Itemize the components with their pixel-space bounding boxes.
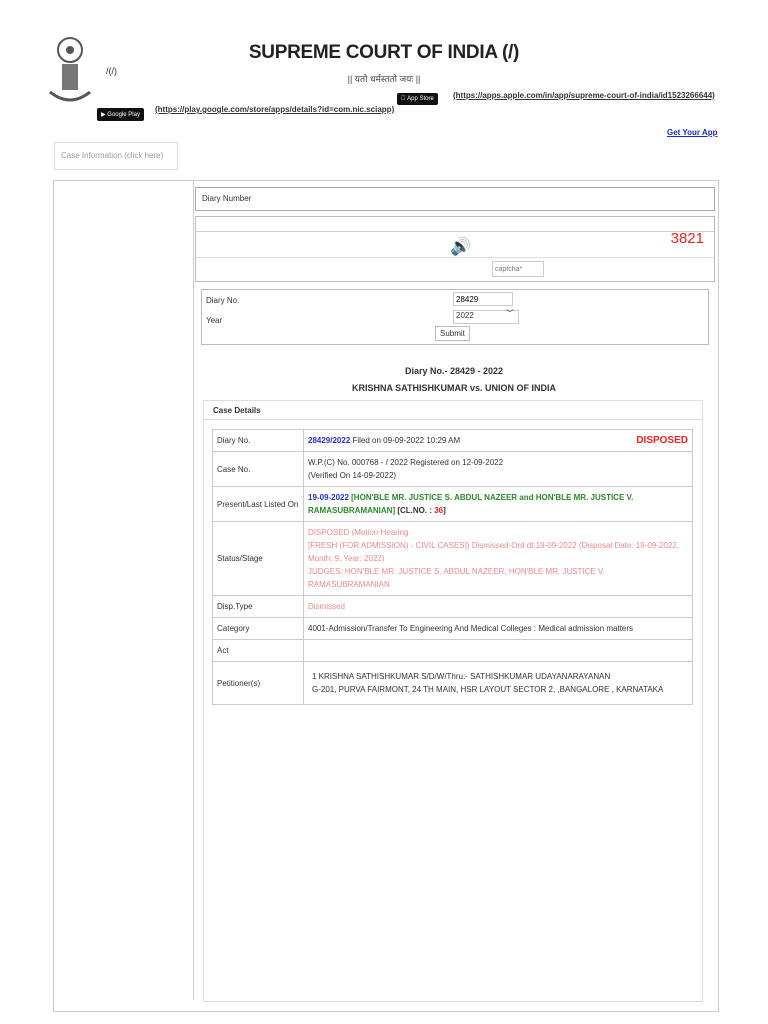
table-cell [303, 639, 693, 662]
page-title: SUPREME COURT OF INDIA (/) [248, 42, 520, 63]
table-row: Status/Stage DISPOSED (Motion Hearing [FRE… [212, 521, 693, 596]
table-row: Petitioner(s) 1 KRISHNA SATHISHKUMAR S/D/… [212, 661, 693, 705]
table-row: Case No. W.P.(C) No. 000768 - / 2022 Regi… [212, 451, 693, 487]
table-cell: Diary No. [212, 429, 304, 452]
diary-heading: Diary No.- 28429 - 2022 [404, 366, 504, 376]
search-form: Diary No. Year 2022﹀ Submit [201, 289, 709, 345]
audio-captcha-icon[interactable]: 🔊 [450, 237, 471, 257]
table-cell: Petitioner(s) [212, 661, 304, 705]
table-cell: Dismissed [303, 595, 693, 618]
google-play-link[interactable]: (https://play.google.com/store/apps/deta… [155, 105, 394, 114]
case-details-title: Case Details [213, 406, 261, 415]
table-row: Diary No. 28429/2022 Filed on 09-09-2022 … [212, 429, 693, 452]
table-cell: Category [212, 617, 304, 640]
table-cell: Case No. [212, 451, 304, 487]
captcha-input[interactable] [492, 261, 544, 277]
captcha-code: 3821 [670, 230, 704, 247]
diary-number-input[interactable] [453, 292, 513, 306]
google-play-badge[interactable]: ▶ Google Play [97, 108, 144, 121]
table-cell: Disp.Type [212, 595, 304, 618]
app-store-badge[interactable]:  App Store [397, 93, 438, 105]
table-row: Disp.Type Dismissed [212, 595, 693, 618]
table-cell: 4001-Admission/Transfer To Engineering A… [303, 617, 693, 640]
case-info-label[interactable]: Case Information (click here) [61, 151, 163, 160]
table-cell: 19-09-2022 [HON'BLE MR. JUSTICE S. ABDUL… [303, 486, 693, 522]
table-cell: 1 KRISHNA SATHISHKUMAR S/D/W/Thru:- SATH… [303, 661, 693, 705]
tab-diary-number[interactable]: Diary Number [195, 187, 715, 211]
case-details-panel: Case Details Diary No. 28429/2022 Filed o… [203, 400, 703, 1002]
get-your-app-link[interactable]: Get Your App [667, 128, 718, 137]
diary-number-link: 28429/2022 [308, 436, 351, 445]
captcha-box: 🔊 3821 [195, 216, 715, 282]
table-row: Present/Last Listed On 19-09-2022 [HON'BL… [212, 486, 693, 522]
year-select[interactable]: 2022 ﹀ [453, 309, 519, 324]
apple-app-link[interactable]: (https://apps.apple.com/in/app/supreme-c… [453, 91, 715, 100]
submit-button[interactable]: Submit [435, 326, 470, 341]
table-cell: Status/Stage [212, 521, 304, 596]
table-row: Category 4001-Admission/Transfer To Engin… [212, 617, 693, 640]
table-cell: Present/Last Listed On [212, 486, 304, 522]
diary-label: Diary No. [206, 296, 240, 305]
case-details-table: Diary No. 28429/2022 Filed on 09-09-2022 … [212, 429, 693, 705]
year-label: Year [206, 316, 223, 325]
table-cell: 28429/2022 Filed on 09-09-2022 10:29 AM D… [303, 429, 693, 452]
table-cell: DISPOSED (Motion Hearing [FRESH (FOR ADMI… [303, 521, 693, 596]
table-cell: Act [212, 639, 304, 662]
case-info-menu[interactable]: Case Information (click here) [54, 142, 178, 170]
status-badge: DISPOSED [636, 435, 688, 446]
table-cell: W.P.(C) No. 000768 - / 2022 Registered o… [303, 451, 693, 487]
motto: || यतो धर्मस्ततो जयः || [347, 74, 421, 84]
table-row: Act [212, 639, 693, 662]
case-parties: KRISHNA SATHISHKUMAR vs. UNION OF INDIA [351, 383, 556, 393]
